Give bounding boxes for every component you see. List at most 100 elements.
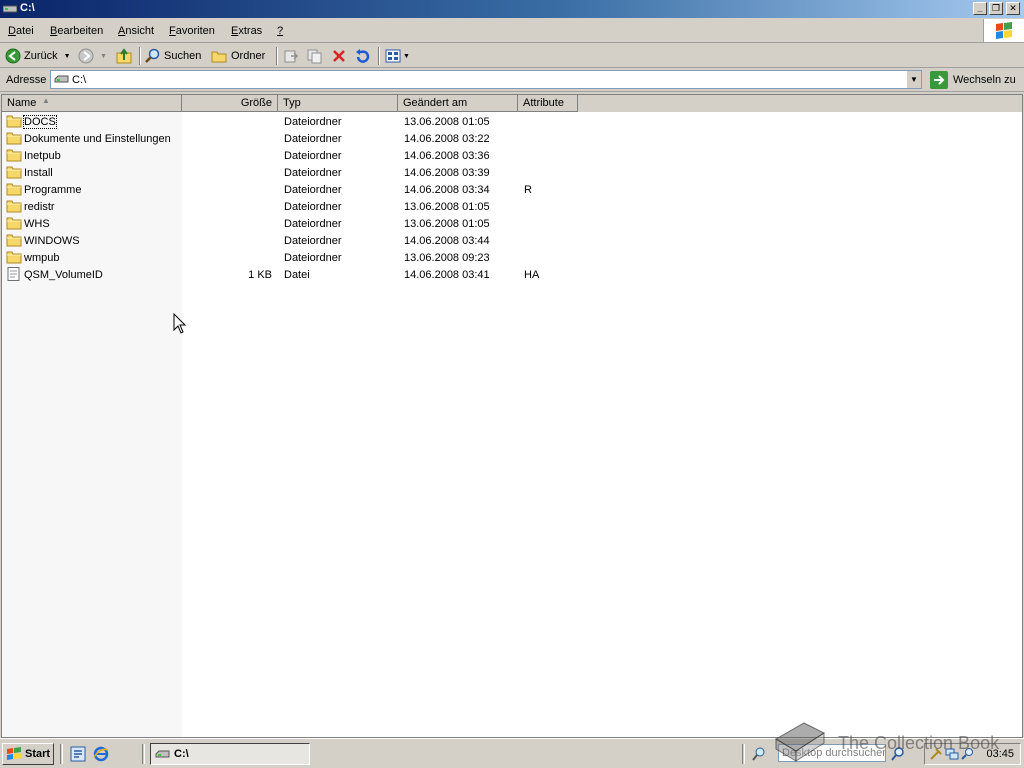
- file-name: Install: [24, 167, 53, 179]
- windows-logo: [983, 19, 1024, 42]
- views-button[interactable]: ▼: [385, 48, 410, 64]
- column-header-attributes[interactable]: Attribute: [518, 95, 578, 112]
- taskbar-button-explorer[interactable]: C:\: [150, 743, 310, 765]
- server-management-icon[interactable]: [70, 746, 86, 762]
- forward-arrow-icon: [78, 48, 94, 64]
- file-type: Dateiordner: [284, 133, 342, 145]
- file-modified: 14.06.2008 03:36: [404, 150, 490, 162]
- drive-icon: [155, 750, 170, 757]
- file-row[interactable]: DOCS Dateiordner 13.06.2008 01:05: [2, 113, 1022, 130]
- file-modified: 13.06.2008 01:05: [404, 218, 490, 230]
- search-icon: [145, 48, 160, 63]
- folder-up-icon: [116, 48, 132, 64]
- file-icon: [7, 267, 20, 281]
- desktop-search-icon[interactable]: [751, 746, 767, 762]
- tray-tools-icon[interactable]: [929, 747, 943, 761]
- minimize-button[interactable]: _: [973, 2, 987, 15]
- undo-button[interactable]: [354, 48, 370, 64]
- file-row[interactable]: wmpub Dateiordner 13.06.2008 09:23: [2, 249, 1022, 266]
- folder-icon: [6, 200, 22, 213]
- file-name: WINDOWS: [24, 235, 80, 247]
- column-header-name[interactable]: Name ▲: [2, 95, 182, 112]
- file-modified: 14.06.2008 03:34: [404, 184, 490, 196]
- file-type: Dateiordner: [284, 116, 342, 128]
- file-name: Dokumente und Einstellungen: [24, 133, 171, 145]
- column-header-type[interactable]: Typ: [278, 95, 398, 112]
- list-header: Name ▲ Größe Typ Geändert am Attribute: [2, 95, 1022, 112]
- address-value: C:\: [72, 74, 87, 86]
- folders-icon: [211, 51, 227, 63]
- desktop-search-input[interactable]: Desktop durchsuchen: [778, 744, 886, 762]
- menu-ansicht[interactable]: Ansicht: [118, 25, 154, 37]
- start-button[interactable]: Start: [2, 743, 54, 765]
- folder-icon: [6, 183, 22, 196]
- back-button[interactable]: Zurück ▼: [5, 48, 71, 64]
- column-header-size[interactable]: Größe: [182, 95, 278, 112]
- file-name: DOCS: [23, 115, 57, 129]
- delete-x-icon: [333, 50, 345, 62]
- file-row[interactable]: QSM_VolumeID 1 KB Datei 14.06.2008 03:41 HA: [2, 266, 1022, 283]
- file-size: 1 KB: [248, 269, 272, 281]
- file-type: Dateiordner: [284, 167, 342, 179]
- taskbar-separator: [742, 744, 745, 764]
- file-modified: 14.06.2008 03:44: [404, 235, 490, 247]
- file-row[interactable]: Inetpub Dateiordner 14.06.2008 03:36: [2, 147, 1022, 164]
- toolbar-separator: [378, 47, 380, 65]
- file-list[interactable]: Name ▲ Größe Typ Geändert am Attribute D…: [1, 94, 1023, 738]
- file-attributes: R: [524, 184, 532, 196]
- quicklaunch-separator: [60, 744, 63, 764]
- copy-to-button[interactable]: [307, 48, 323, 64]
- move-to-button[interactable]: [283, 48, 299, 64]
- search-button[interactable]: Suchen: [145, 48, 201, 64]
- file-modified: 14.06.2008 03:41: [404, 269, 490, 281]
- mouse-cursor-icon: [173, 313, 187, 334]
- forward-dropdown-icon[interactable]: ▼: [100, 53, 107, 60]
- internet-explorer-icon[interactable]: [93, 746, 109, 762]
- file-name: Programme: [24, 184, 82, 196]
- taskbar-separator: [142, 744, 145, 764]
- folder-icon: [6, 149, 22, 162]
- back-dropdown-icon[interactable]: ▼: [64, 53, 71, 60]
- forward-button[interactable]: ▼: [78, 48, 107, 64]
- folder-icon: [6, 217, 22, 230]
- windows-flag-icon: [996, 22, 1012, 39]
- tray-search-icon[interactable]: [961, 747, 975, 761]
- menu-help[interactable]: ?: [277, 25, 283, 37]
- file-row[interactable]: Programme Dateiordner 14.06.2008 03:34 R: [2, 181, 1022, 198]
- sort-ascending-icon: ▲: [42, 96, 50, 105]
- close-button[interactable]: ✕: [1006, 2, 1020, 15]
- file-type: Dateiordner: [284, 150, 342, 162]
- up-folder-button[interactable]: [116, 48, 132, 64]
- menu-favoriten[interactable]: Favoriten: [169, 25, 215, 37]
- folders-button[interactable]: Ordner: [211, 48, 265, 64]
- file-modified: 13.06.2008 01:05: [404, 201, 490, 213]
- folder-icon: [6, 132, 22, 145]
- menu-extras[interactable]: Extras: [231, 25, 262, 37]
- file-modified: 14.06.2008 03:22: [404, 133, 490, 145]
- file-name: WHS: [24, 218, 50, 230]
- file-row[interactable]: WINDOWS Dateiordner 14.06.2008 03:44: [2, 232, 1022, 249]
- views-dropdown-icon[interactable]: ▼: [403, 53, 410, 60]
- file-name: redistr: [24, 201, 55, 213]
- go-button[interactable]: Wechseln zu: [930, 71, 1016, 89]
- menu-datei[interactable]: Datei: [8, 25, 34, 37]
- tray-network-icon[interactable]: [945, 747, 959, 761]
- file-row[interactable]: Install Dateiordner 14.06.2008 03:39: [2, 164, 1022, 181]
- search-go-icon[interactable]: [890, 746, 906, 762]
- file-row[interactable]: WHS Dateiordner 13.06.2008 01:05: [2, 215, 1022, 232]
- file-name: Inetpub: [24, 150, 61, 162]
- address-input[interactable]: C:\ ▼: [50, 70, 922, 89]
- title-bar: C:\ _ ❐ ✕: [0, 0, 1024, 18]
- address-dropdown-button[interactable]: ▼: [906, 71, 921, 88]
- column-header-modified[interactable]: Geändert am: [398, 95, 518, 112]
- address-bar: Adresse C:\ ▼ Wechseln zu: [0, 69, 1024, 92]
- file-attributes: HA: [524, 269, 540, 281]
- menu-bearbeiten[interactable]: Bearbeiten: [50, 25, 103, 37]
- file-row[interactable]: Dokumente und Einstellungen Dateiordner 14…: [2, 130, 1022, 147]
- restore-button[interactable]: ❐: [989, 2, 1003, 15]
- file-row[interactable]: redistr Dateiordner 13.06.2008 01:05: [2, 198, 1022, 215]
- delete-button[interactable]: [331, 48, 347, 64]
- standard-toolbar: Zurück ▼ ▼ Suchen Ordner ▼: [0, 44, 1024, 68]
- file-type: Dateiordner: [284, 252, 342, 264]
- undo-icon: [356, 49, 370, 63]
